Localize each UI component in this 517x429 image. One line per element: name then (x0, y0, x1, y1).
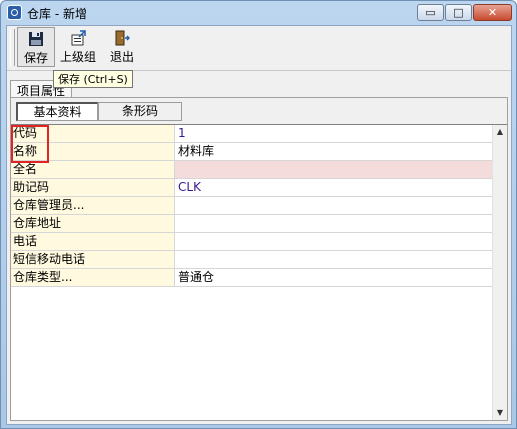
grid-value-input[interactable]: 普通仓 (175, 269, 492, 286)
grid-row-warehouse-type[interactable]: 仓库类型... 普通仓 (11, 269, 492, 287)
grid-row-address[interactable]: 仓库地址 (11, 215, 492, 233)
grid-row-mnemonic[interactable]: 助记码 CLK (11, 179, 492, 197)
grid-row-full-name[interactable]: 全名 (11, 161, 492, 179)
grid-row-phone[interactable]: 电话 (11, 233, 492, 251)
exit-door-icon (114, 30, 130, 46)
grid-label: 仓库地址 (11, 215, 175, 232)
grid-label: 短信移动电话 (11, 251, 175, 268)
grid-label: 助记码 (11, 179, 175, 196)
grid-row-sms-mobile[interactable]: 短信移动电话 (11, 251, 492, 269)
client-area: 保存 上级组 退出 保存 (6, 25, 512, 425)
grid-label: 全名 (11, 161, 175, 178)
maximize-icon: □ (453, 6, 463, 19)
grid-label: 代码 (11, 125, 175, 142)
app-window: 仓库 - 新增 ▭ □ ✕ 保存 (0, 0, 517, 429)
maximize-button[interactable]: □ (445, 4, 472, 21)
parent-group-button-label: 上级组 (56, 48, 100, 65)
vertical-scrollbar[interactable]: ▲ ▼ (492, 125, 507, 420)
minimize-icon: ▭ (425, 6, 435, 19)
parent-group-button[interactable]: 上级组 (56, 27, 100, 67)
grid-label: 名称 (11, 143, 175, 160)
grid-row-code[interactable]: 代码 1 (11, 125, 492, 143)
grid-value-input[interactable]: 材料库 (175, 143, 492, 160)
tab-panel: 基本资料 条形码 代码 1 名称 材料库 全名 助记码 CLK (10, 97, 508, 421)
grid-label: 仓库管理员... (11, 197, 175, 214)
close-button[interactable]: ✕ (473, 4, 512, 21)
tab-basic-info[interactable]: 基本资料 (16, 102, 98, 121)
save-tooltip: 保存 (Ctrl+S) (53, 70, 133, 88)
minimize-button[interactable]: ▭ (417, 4, 444, 21)
grid-value-input[interactable] (175, 161, 492, 178)
floppy-disk-icon (28, 31, 44, 47)
title-bar[interactable]: 仓库 - 新增 ▭ □ ✕ (1, 1, 516, 25)
save-button-label: 保存 (18, 49, 54, 66)
grid-label: 仓库类型... (11, 269, 175, 286)
toolbar-grip[interactable] (10, 29, 15, 66)
grid-value-input[interactable]: 1 (175, 125, 492, 142)
window-title: 仓库 - 新增 (27, 5, 87, 22)
grid-value-input[interactable] (175, 197, 492, 214)
close-icon: ✕ (488, 6, 497, 19)
app-icon (7, 5, 22, 20)
grid-value-input[interactable] (175, 251, 492, 268)
exit-button-label: 退出 (103, 48, 141, 65)
scroll-up-icon[interactable]: ▲ (493, 125, 507, 139)
toolbar: 保存 上级组 退出 (7, 26, 511, 71)
grid-value-input[interactable] (175, 233, 492, 250)
grid-row-warehouse-manager[interactable]: 仓库管理员... (11, 197, 492, 215)
save-button[interactable]: 保存 (17, 27, 55, 67)
parent-group-icon (70, 30, 86, 46)
grid-value-input[interactable] (175, 215, 492, 232)
grid-row-name[interactable]: 名称 材料库 (11, 143, 492, 161)
exit-button[interactable]: 退出 (103, 27, 141, 67)
grid-value-input[interactable]: CLK (175, 179, 492, 196)
property-grid: 代码 1 名称 材料库 全名 助记码 CLK 仓库管理员... (11, 124, 507, 420)
tab-barcode[interactable]: 条形码 (98, 102, 182, 121)
grid-label: 电话 (11, 233, 175, 250)
scroll-down-icon[interactable]: ▼ (493, 406, 507, 420)
